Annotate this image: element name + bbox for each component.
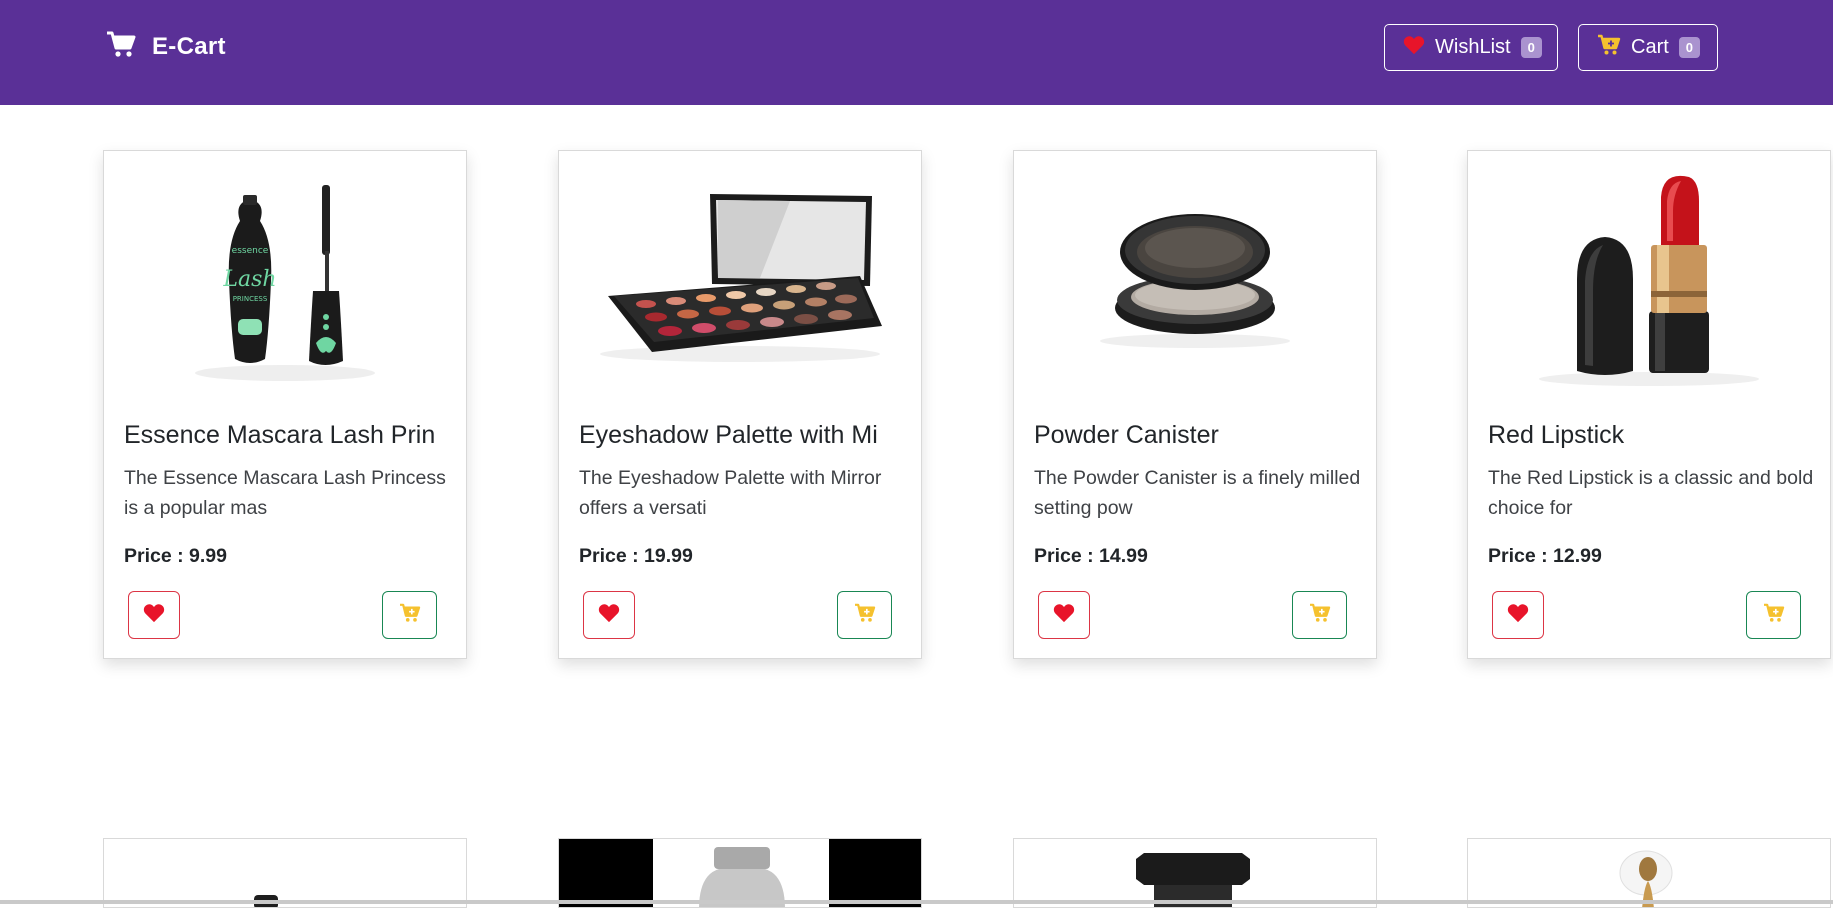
product-card: essence Lash PRINCESS Essence Mascara La… <box>103 150 467 659</box>
product-image[interactable] <box>559 839 921 907</box>
product-image[interactable] <box>1468 839 1830 907</box>
cart-plus-icon <box>1597 34 1621 62</box>
wishlist-label: WishList <box>1435 36 1511 58</box>
product-card: Red Lipstick The Red Lipstick is a class… <box>1467 150 1831 659</box>
svg-text:Lash: Lash <box>222 267 276 292</box>
product-description: The Red Lipstick is a classic and bold c… <box>1488 467 1814 519</box>
product-description: The Essence Mascara Lash Princess is a p… <box>124 467 446 519</box>
product-card: Powder Canister The Powder Canister is a… <box>1013 150 1377 659</box>
product-card <box>1013 838 1377 908</box>
heart-icon <box>598 603 620 628</box>
cart-plus-icon <box>854 603 876 628</box>
cart-label: Cart <box>1631 36 1669 58</box>
product-card <box>558 838 922 908</box>
navbar: E-Cart WishList 0 Cart 0 <box>0 0 1833 105</box>
product-image[interactable]: essence Lash PRINCESS <box>104 151 466 401</box>
wishlist-count-badge: 0 <box>1520 37 1542 58</box>
product-title[interactable]: Powder Canister <box>1034 421 1364 450</box>
heart-icon <box>1053 603 1075 628</box>
product-price: Price : 19.99 <box>579 545 693 567</box>
add-to-wishlist-button[interactable] <box>1492 591 1544 639</box>
heart-icon <box>1507 603 1529 628</box>
heart-icon <box>1403 35 1425 61</box>
product-title[interactable]: Red Lipstick <box>1488 421 1818 450</box>
product-card: Eyeshadow Palette with Mi The Eyeshadow … <box>558 150 922 659</box>
product-image[interactable] <box>1014 151 1376 401</box>
add-to-wishlist-button[interactable] <box>128 591 180 639</box>
product-card <box>103 838 467 908</box>
horizontal-scrollbar[interactable] <box>0 900 1833 904</box>
cart-icon <box>106 30 136 63</box>
add-to-cart-button[interactable] <box>837 591 892 639</box>
cart-plus-icon <box>399 603 421 628</box>
product-image[interactable] <box>1468 151 1830 401</box>
heart-icon <box>143 603 165 628</box>
add-to-cart-button[interactable] <box>1292 591 1347 639</box>
brand-link[interactable]: E-Cart <box>106 30 226 63</box>
add-to-cart-button[interactable] <box>382 591 437 639</box>
product-title[interactable]: Eyeshadow Palette with Mi <box>579 421 909 450</box>
add-to-cart-button[interactable] <box>1746 591 1801 639</box>
add-to-wishlist-button[interactable] <box>583 591 635 639</box>
svg-text:essence: essence <box>232 246 269 256</box>
product-description: The Powder Canister is a finely milled s… <box>1034 467 1361 519</box>
add-to-wishlist-button[interactable] <box>1038 591 1090 639</box>
product-description: The Eyeshadow Palette with Mirror offers… <box>579 467 882 519</box>
cart-plus-icon <box>1763 603 1785 628</box>
product-title[interactable]: Essence Mascara Lash Prin <box>124 421 454 450</box>
product-price: Price : 12.99 <box>1488 545 1602 567</box>
cart-button[interactable]: Cart 0 <box>1578 24 1718 71</box>
product-card <box>1467 838 1831 908</box>
cart-count-badge: 0 <box>1678 37 1701 58</box>
product-image[interactable] <box>559 151 921 401</box>
svg-text:PRINCESS: PRINCESS <box>233 295 268 303</box>
product-price: Price : 14.99 <box>1034 545 1148 567</box>
product-image[interactable] <box>1014 839 1376 907</box>
wishlist-button[interactable]: WishList 0 <box>1384 24 1558 71</box>
brand-name: E-Cart <box>152 32 226 60</box>
cart-plus-icon <box>1309 603 1331 628</box>
product-price: Price : 9.99 <box>124 545 227 567</box>
product-image[interactable] <box>104 839 466 907</box>
